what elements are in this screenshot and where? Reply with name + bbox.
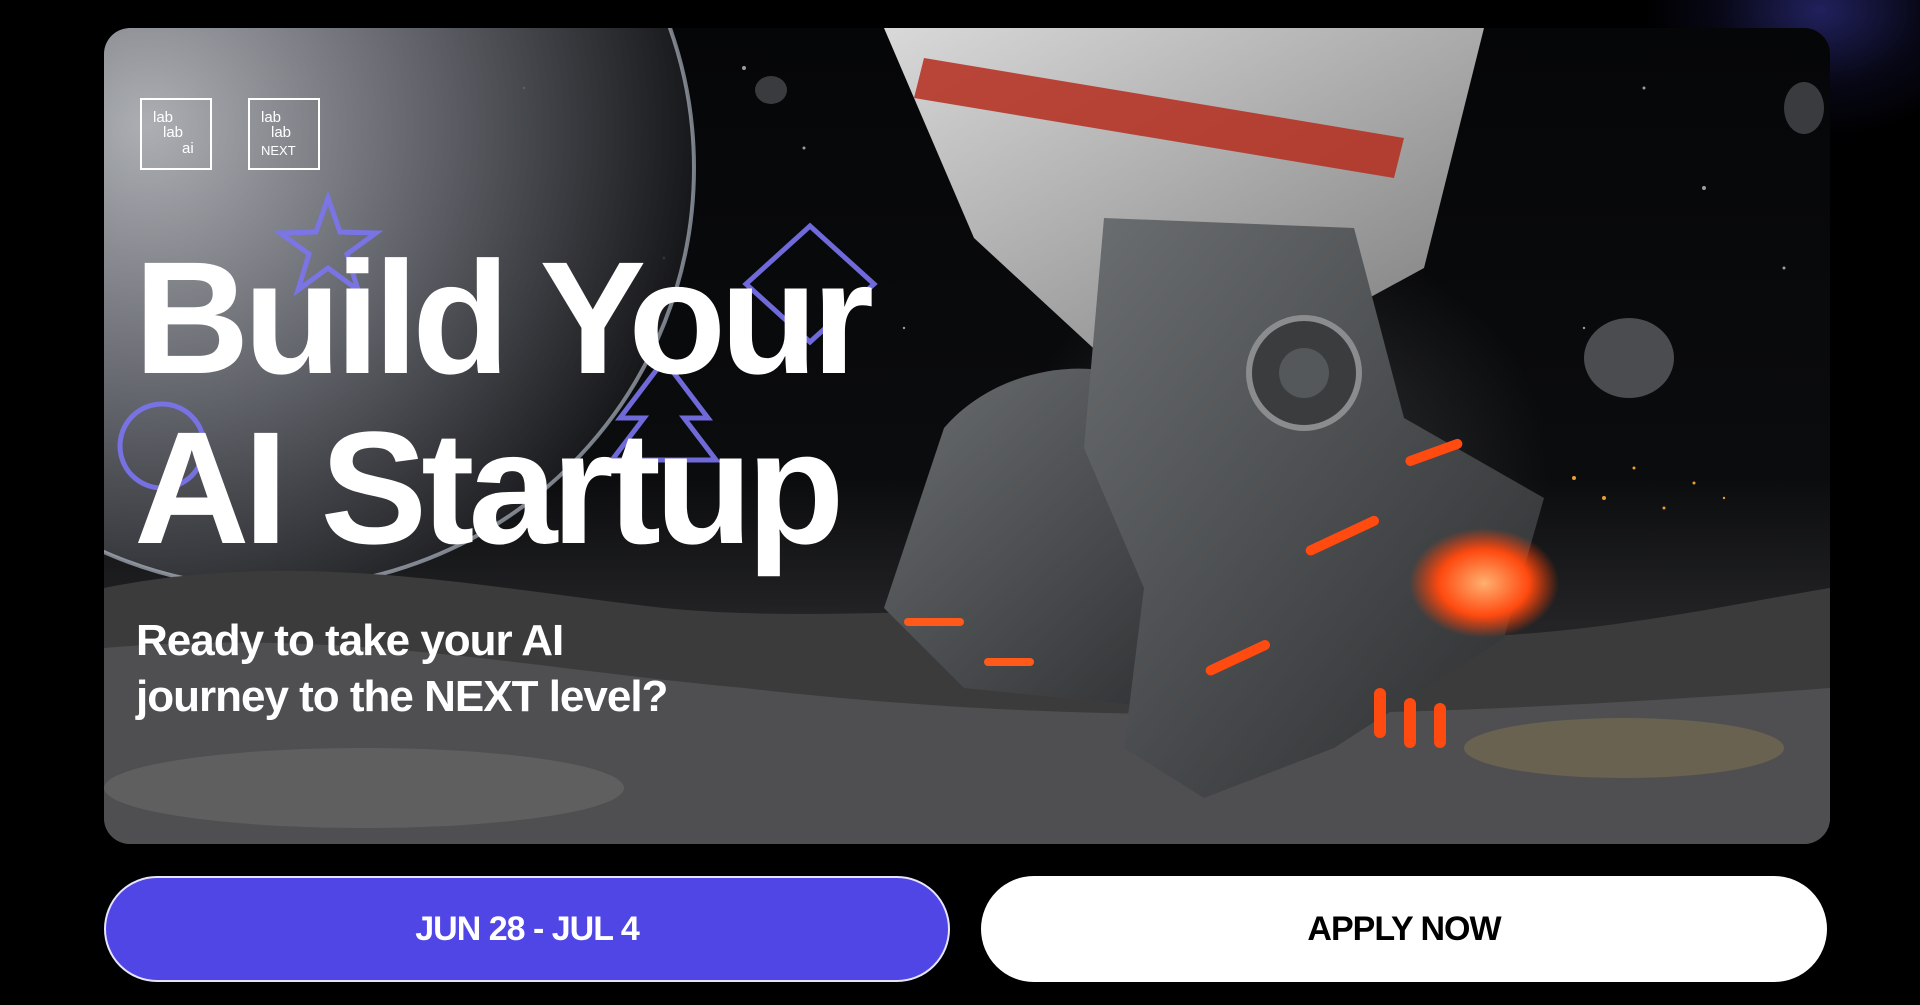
lablab-next-logo: lab lab NEXT [248,98,320,170]
lablab-ai-logo: lab lab ai [140,98,212,170]
boot-glow [1409,528,1559,638]
hero-banner: lab lab ai lab lab NEXT Build Your AI St… [104,28,1830,844]
subheadline-line-2: journey to the NEXT level? [136,672,668,721]
apply-now-button[interactable]: APPLY NOW [981,876,1827,982]
logo-group: lab lab ai lab lab NEXT [140,98,320,170]
headline: Build Your AI Startup [134,228,874,577]
subheadline-line-1: Ready to take your AI [136,616,564,665]
date-button[interactable]: JUN 28 - JUL 4 [104,876,950,982]
headline-line-1: Build Your [134,228,874,407]
asteroid [1584,318,1674,398]
headline-line-2: AI Startup [134,398,844,577]
date-label: JUN 28 - JUL 4 [415,909,639,948]
subheadline: Ready to take your AI journey to the NEX… [136,613,776,725]
apply-now-label: APPLY NOW [1307,909,1501,948]
